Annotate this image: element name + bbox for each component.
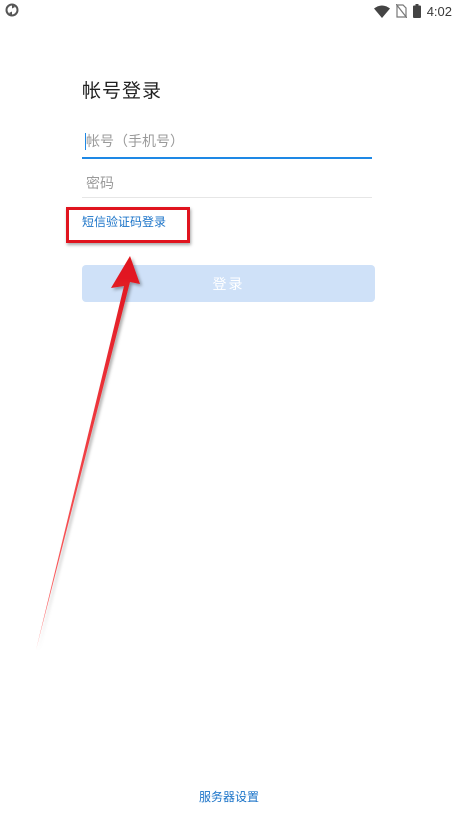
server-settings-link[interactable]: 服务器设置 <box>199 790 259 804</box>
status-bar: 4:02 <box>0 0 458 22</box>
text-caret <box>85 133 86 150</box>
account-field-container <box>82 127 372 159</box>
no-sim-icon <box>395 4 407 18</box>
battery-icon <box>412 4 421 18</box>
login-screen: 4:02 帐号登录 短信验证码登录 登录 服务器设置 <box>0 0 458 820</box>
password-field-container <box>82 170 372 198</box>
annotation-highlight-box <box>66 207 190 243</box>
server-settings-container: 服务器设置 <box>0 788 458 805</box>
wifi-icon <box>373 5 390 18</box>
annotation-arrow <box>36 256 140 650</box>
account-input[interactable] <box>82 127 372 157</box>
password-input[interactable] <box>82 170 372 197</box>
sync-icon <box>5 3 19 17</box>
status-time: 4:02 <box>426 3 452 19</box>
login-button[interactable]: 登录 <box>82 265 375 302</box>
page-title: 帐号登录 <box>82 80 163 102</box>
status-icons: 4:02 <box>373 2 452 20</box>
